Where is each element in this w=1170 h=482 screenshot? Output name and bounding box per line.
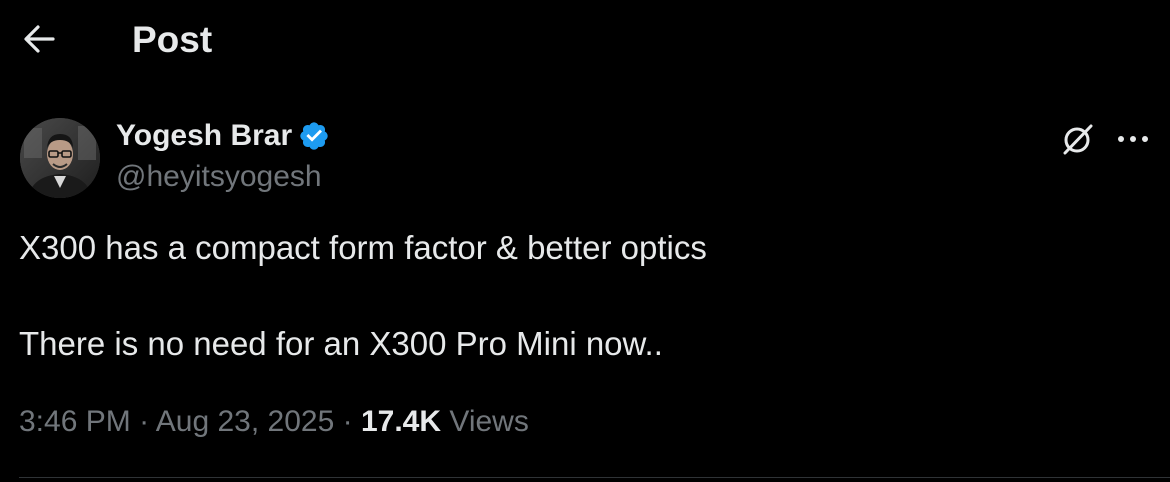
post-text-line: X300 has a compact form factor & better … — [19, 229, 707, 266]
grok-icon — [1063, 124, 1093, 155]
more-options-button[interactable] — [1112, 118, 1154, 160]
post-text: X300 has a compact form factor & better … — [19, 226, 1139, 366]
more-horizontal-icon — [1118, 136, 1148, 142]
avatar[interactable] — [20, 118, 100, 198]
arrow-left-icon — [24, 25, 55, 53]
grok-button[interactable] — [1057, 118, 1099, 160]
back-button[interactable] — [14, 16, 64, 62]
verified-badge-icon — [300, 122, 328, 150]
divider — [19, 477, 1170, 478]
post-date[interactable]: Aug 23, 2025 — [156, 405, 335, 438]
author-handle[interactable]: @heyitsyogesh — [116, 158, 322, 196]
post-metadata: 3:46 PM · Aug 23, 2025 · 17.4K Views — [19, 402, 529, 442]
meta-separator: · — [342, 405, 353, 438]
top-bar: Post — [0, 0, 1170, 80]
views-count: 17.4K — [360, 405, 442, 438]
author-display-name: Yogesh Brar — [116, 119, 293, 152]
post-text-line: There is no need for an X300 Pro Mini no… — [19, 325, 663, 362]
meta-separator: · — [139, 405, 150, 438]
post-time[interactable]: 3:46 PM — [19, 405, 131, 438]
views-link[interactable]: 17.4K Views — [361, 405, 529, 438]
avatar-image — [20, 118, 100, 198]
views-label: Views — [449, 405, 529, 438]
page-title: Post — [132, 19, 213, 60]
author-name[interactable]: Yogesh Brar — [116, 117, 330, 155]
